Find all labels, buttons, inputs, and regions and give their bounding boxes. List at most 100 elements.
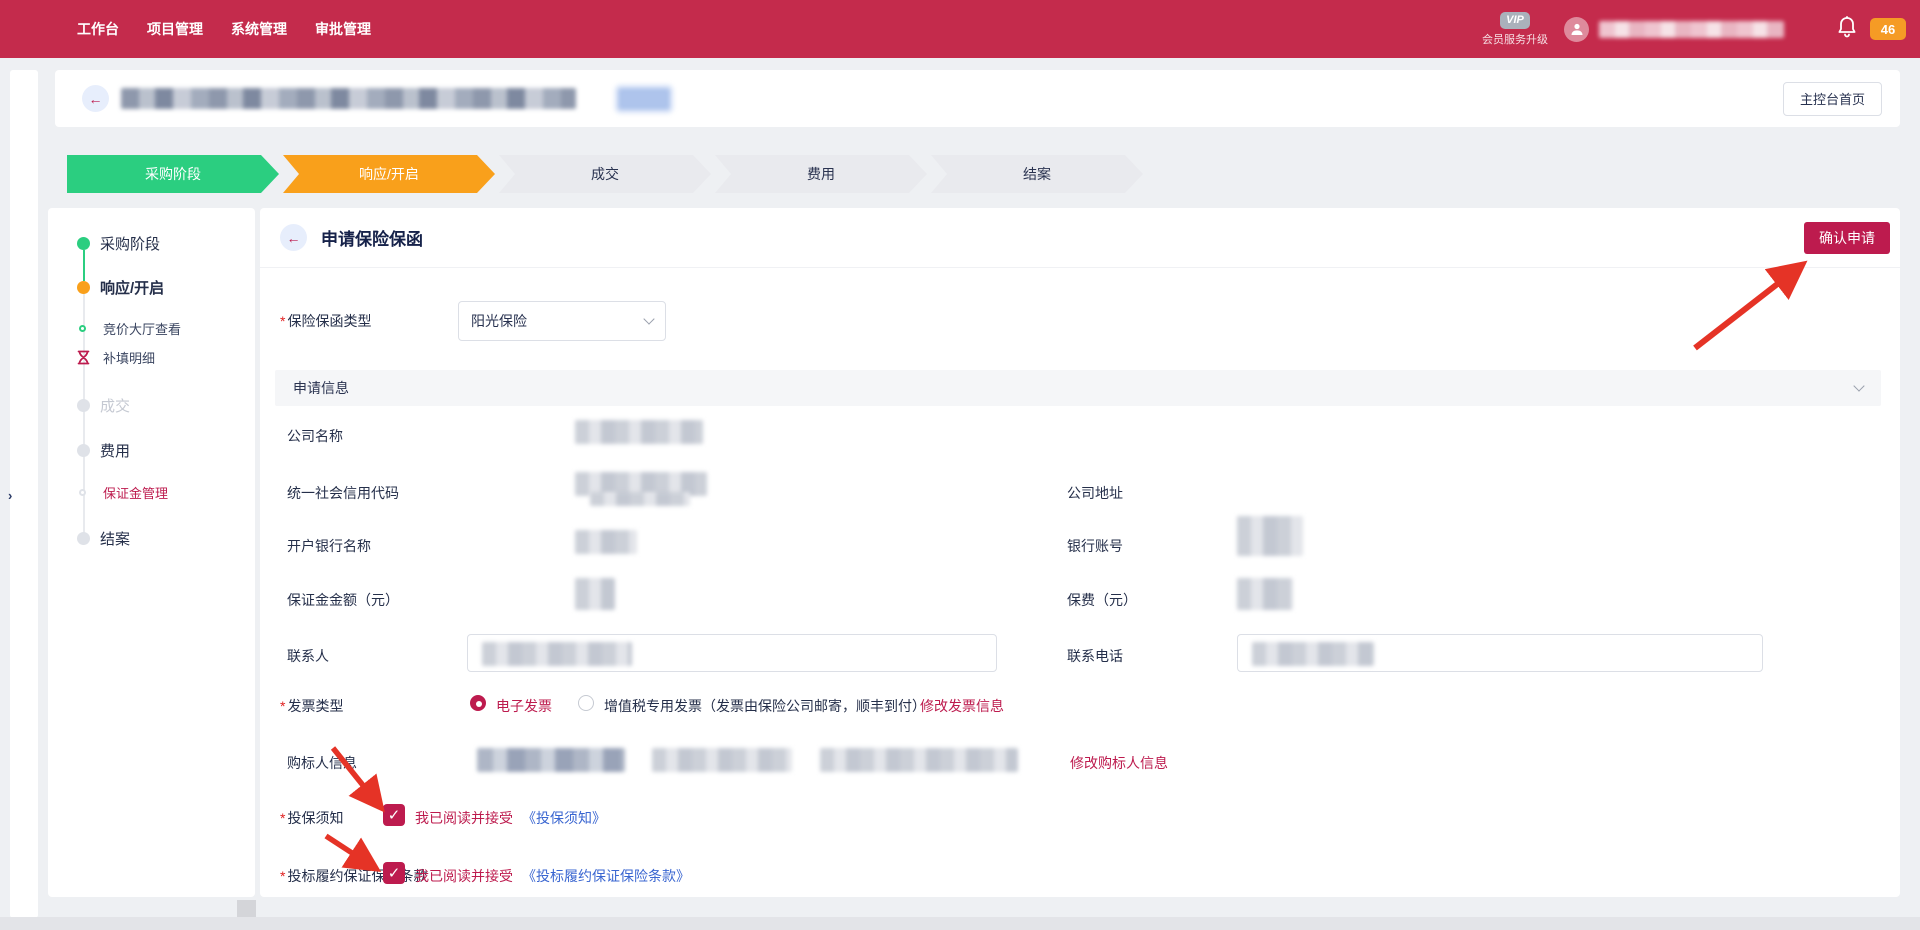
sidebar-item-label: 费用 xyxy=(100,440,130,461)
redacted-project-title xyxy=(121,88,576,109)
bond-type-select[interactable]: 阳光保险 xyxy=(458,301,666,341)
vip-upgrade[interactable]: VIP 会员服务升级 xyxy=(1482,12,1548,47)
timeline-line-green xyxy=(83,250,85,281)
radio-vat-invoice-label[interactable]: 增值税专用发票（发票由保险公司邮寄，顺丰到付） xyxy=(604,696,926,716)
done-dot-icon xyxy=(77,237,90,250)
sidebar-item-label: 保证金管理 xyxy=(103,483,168,502)
form-back-button[interactable]: ← xyxy=(280,224,307,251)
top-navigation-bar: 工作台 项目管理 系统管理 审批管理 VIP 会员服务升级 46 xyxy=(0,0,1920,58)
stage-timeline-sidebar: 采购阶段 响应/开启 竞价大厅查看 补填明细 成交 费用 保证金管理 xyxy=(48,208,255,897)
ring-dot-icon xyxy=(79,489,86,496)
user-icon xyxy=(1570,22,1584,36)
pending-dot-icon xyxy=(77,532,90,545)
sidebar-item-label: 结案 xyxy=(100,528,130,549)
required-mark: * xyxy=(280,810,285,826)
sidebar-item-label: 响应/开启 xyxy=(100,277,164,298)
contact-phone-input[interactable] xyxy=(1237,634,1763,672)
performance-clause-checkbox[interactable]: ✓ xyxy=(383,862,405,884)
insurance-notice-doc-link[interactable]: 《投保须知》 xyxy=(522,808,606,828)
redacted-buyer-name xyxy=(477,748,625,772)
bond-type-label: *保险保函类型 xyxy=(280,311,371,331)
company-address-label: 公司地址 xyxy=(1067,483,1123,503)
vip-caption: 会员服务升级 xyxy=(1482,31,1548,47)
sidebar-item-label: 采购阶段 xyxy=(100,233,160,254)
application-info-section-header[interactable]: 申请信息 xyxy=(275,370,1881,406)
contact-phone-label: 联系电话 xyxy=(1067,646,1123,666)
deposit-amount-label: 保证金金额（元） xyxy=(287,590,399,610)
redacted-buyer-id xyxy=(652,748,792,772)
topbar-right: VIP 会员服务升级 46 xyxy=(1482,12,1920,47)
step-procurement[interactable]: 采购阶段 xyxy=(67,155,279,193)
nav-workbench[interactable]: 工作台 xyxy=(77,19,119,39)
expand-panel-chevron-icon[interactable]: › xyxy=(8,488,12,503)
chevron-down-icon xyxy=(1853,380,1864,391)
redacted-company-name xyxy=(575,420,703,444)
nav-project-management[interactable]: 项目管理 xyxy=(147,19,203,39)
required-mark: * xyxy=(280,313,285,329)
horizontal-scrollbar-track[interactable] xyxy=(0,917,1920,930)
back-arrow-icon: ← xyxy=(287,230,301,246)
redacted-credit-code xyxy=(590,492,690,506)
premium-label: 保费（元） xyxy=(1067,590,1137,610)
step-fees[interactable]: 费用 xyxy=(715,155,927,193)
required-mark: * xyxy=(280,698,285,714)
bank-name-label: 开户银行名称 xyxy=(287,536,371,556)
pending-dot-icon xyxy=(77,399,90,412)
avatar[interactable] xyxy=(1564,17,1589,42)
step-deal[interactable]: 成交 xyxy=(499,155,711,193)
pending-dot-icon xyxy=(77,444,90,457)
page-body: › ← 主控台首页 采购阶段 响应/开启 成交 费用 结案 采购阶段 响应/开启… xyxy=(0,58,1920,930)
step-closing[interactable]: 结案 xyxy=(931,155,1143,193)
performance-clause-label: *投标履约保证保险条款 xyxy=(280,866,427,886)
edit-buyer-info-link[interactable]: 修改购标人信息 xyxy=(1070,753,1168,773)
redacted-bank-name xyxy=(575,530,637,554)
agree-text: 我已阅读并接受 xyxy=(415,866,513,886)
check-icon: ✓ xyxy=(388,806,401,824)
contact-person-label: 联系人 xyxy=(287,646,329,666)
invoice-type-label: *发票类型 xyxy=(280,696,343,716)
redacted-status-tag xyxy=(618,88,670,110)
insurance-notice-checkbox[interactable]: ✓ xyxy=(383,804,405,826)
notification-bell-icon[interactable] xyxy=(1836,15,1858,44)
console-home-button[interactable]: 主控台首页 xyxy=(1783,82,1882,116)
buyer-info-label: 购标人信息 xyxy=(287,753,357,773)
edit-invoice-info-link[interactable]: 修改发票信息 xyxy=(920,696,1004,716)
left-collapse-panel xyxy=(10,70,38,918)
performance-clause-doc-link[interactable]: 《投标履约保证保险条款》 xyxy=(522,866,690,886)
sidebar-item-label: 补填明细 xyxy=(103,348,155,367)
sidebar-item-label: 竞价大厅查看 xyxy=(103,319,181,338)
page-title: 申请保险保函 xyxy=(321,225,423,250)
scrollbar-thumb[interactable] xyxy=(237,900,256,917)
active-dot-icon xyxy=(77,281,90,294)
bond-type-value: 阳光保险 xyxy=(471,311,527,331)
contact-person-input[interactable] xyxy=(467,634,997,672)
credit-code-label: 统一社会信用代码 xyxy=(287,483,399,503)
redacted-premium xyxy=(1237,578,1293,610)
step-response-open[interactable]: 响应/开启 xyxy=(283,155,495,193)
section-title: 申请信息 xyxy=(293,378,349,398)
vip-icon: VIP xyxy=(1500,12,1530,29)
redacted-contact-phone xyxy=(1252,642,1374,666)
notification-count-badge[interactable]: 46 xyxy=(1870,18,1906,40)
ring-dot-icon xyxy=(79,325,86,332)
bank-account-label: 银行账号 xyxy=(1067,536,1123,556)
company-name-label: 公司名称 xyxy=(287,426,343,446)
back-button[interactable]: ← xyxy=(82,85,109,112)
nav-approval-management[interactable]: 审批管理 xyxy=(315,19,371,39)
main-nav: 工作台 项目管理 系统管理 审批管理 xyxy=(0,19,371,39)
chevron-down-icon xyxy=(643,313,654,324)
card-header: ← 申请保险保函 确认申请 xyxy=(260,208,1900,268)
redacted-buyer-contact xyxy=(820,748,1018,772)
insurance-application-card: ← 申请保险保函 确认申请 *保险保函类型 阳光保险 申请信息 公司名称 统一社… xyxy=(260,208,1900,897)
radio-vat-invoice[interactable] xyxy=(578,695,594,711)
hourglass-icon xyxy=(77,350,90,365)
redacted-deposit-amount xyxy=(575,578,615,610)
radio-electronic-invoice-label[interactable]: 电子发票 xyxy=(496,696,552,716)
back-arrow-icon: ← xyxy=(89,91,103,107)
sidebar-item-label: 成交 xyxy=(100,395,130,416)
confirm-apply-button[interactable]: 确认申请 xyxy=(1804,222,1890,254)
radio-electronic-invoice[interactable] xyxy=(470,695,486,711)
nav-system-management[interactable]: 系统管理 xyxy=(231,19,287,39)
check-icon: ✓ xyxy=(388,864,401,882)
redacted-contact-person xyxy=(482,642,632,666)
